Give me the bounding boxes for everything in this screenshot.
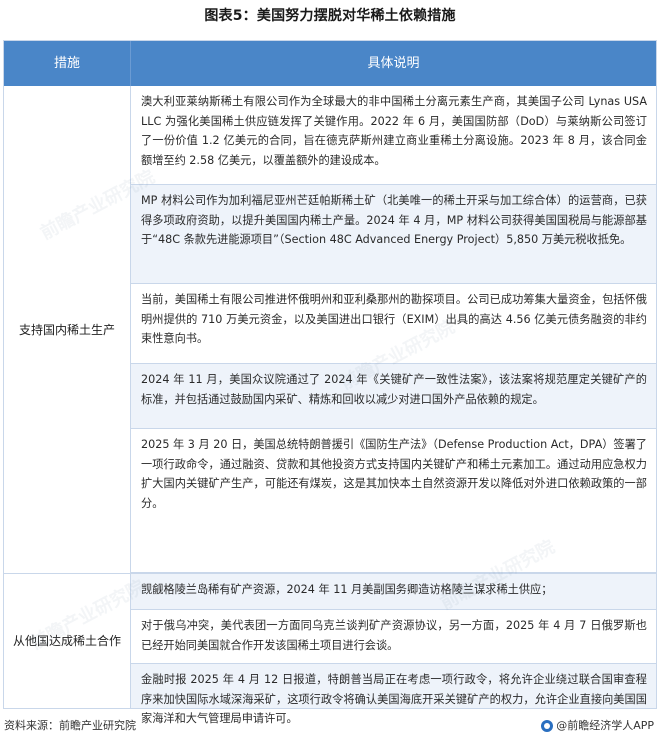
table-row: MP 材料公司作为加利福尼亚州芒廷帕斯稀土矿（北美唯一的稀土开采与加工综合体）的… [131,185,656,284]
table-row: 对于俄乌冲突，美代表团一方面同乌克兰谈判矿产资源协议，另一方面，2025 年 4… [131,610,656,664]
header-details: 具体说明 [367,56,420,71]
table-row: 金融时报 2025 年 4 月 12 日报道，特朗普当局正在考虑一项行政令，将允… [131,664,656,725]
table-row: 澳大利亚莱纳斯稀土有限公司作为全球最大的非中国稀土分离元素生产商，其美国子公司 … [131,86,656,185]
brand-credit-label: @前瞻经济学人APP [556,719,654,732]
table-row: 觊觎格陵兰岛稀有矿产资源，2024 年 11 月美副国务卿造访格陵兰谋求稀土供应… [131,574,656,610]
group-label-domestic: 支持国内稀土生产 [4,86,130,573]
header-measures: 措施 [53,56,80,71]
source-note: 资料来源：前瞻产业研究院 [4,719,136,732]
group-label-foreign: 从他国达成稀土合作 [4,573,130,708]
table-header: 措施 具体说明 [4,41,656,86]
table-row: 2025 年 3 月 20 日，美国总统特朗普援引《国防生产法》（Defense… [131,429,656,573]
table-row: 2024 年 11 月，美国众议院通过了 2024 年《关键矿产一致性法案》，该… [131,364,656,429]
page-title: 图表5：美国努力摆脱对华稀土依赖措施 [204,8,456,24]
table-row: 当前，美国稀土有限公司推进怀俄明州和亚利桑那州的勘探项目。公司已成功筹集大量资金… [131,284,656,364]
brand-credit: @前瞻经济学人APP [541,718,654,734]
brand-logo-icon [541,720,554,732]
measures-table: 措施 具体说明 支持国内稀土生产 从他国达成稀土合作 澳大利亚莱纳斯稀土有限公司… [3,40,657,725]
